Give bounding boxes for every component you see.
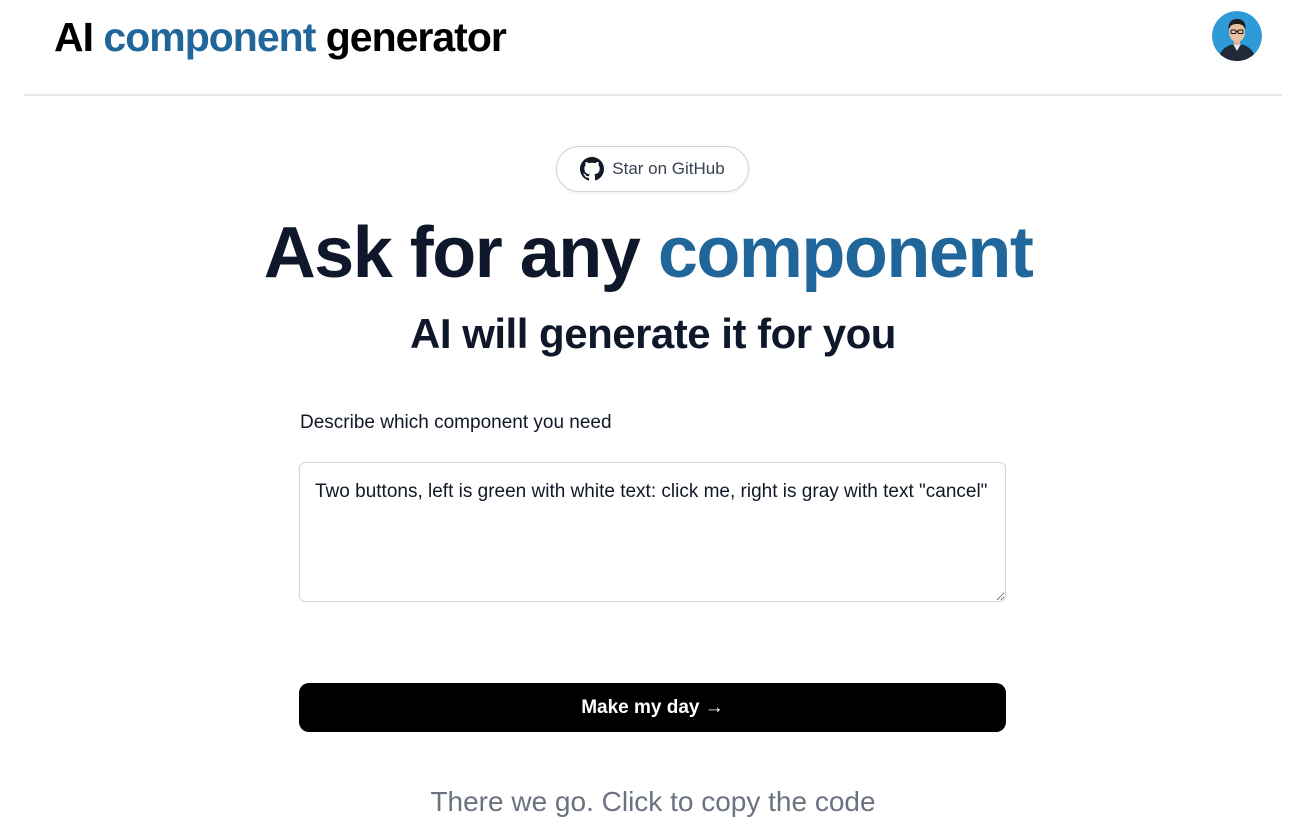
hero-title: Ask for any component <box>0 212 1296 294</box>
github-icon <box>580 157 605 181</box>
site-logo[interactable]: AI component generator <box>54 14 507 61</box>
component-description-input[interactable]: Two buttons, left is green with white te… <box>299 462 1006 602</box>
avatar-icon <box>1212 11 1262 61</box>
logo-prefix: AI <box>54 14 104 60</box>
copy-code-hint[interactable]: There we go. Click to copy the code <box>0 786 1296 818</box>
hero-title-prefix: Ask for any <box>263 213 658 293</box>
site-header: AI component generator <box>24 0 1282 96</box>
user-avatar[interactable] <box>1212 11 1262 61</box>
logo-accent: component <box>103 14 316 60</box>
logo-suffix: generator <box>315 14 507 60</box>
hero-subtitle: AI will generate it for you <box>410 310 896 357</box>
github-star-button[interactable]: Star on GitHub <box>556 146 749 192</box>
generate-button[interactable]: Make my day → <box>299 683 1006 732</box>
prompt-label: Describe which component you need <box>300 412 612 433</box>
github-button-label: Star on GitHub <box>612 159 725 178</box>
hero-title-accent: component <box>657 213 1034 293</box>
